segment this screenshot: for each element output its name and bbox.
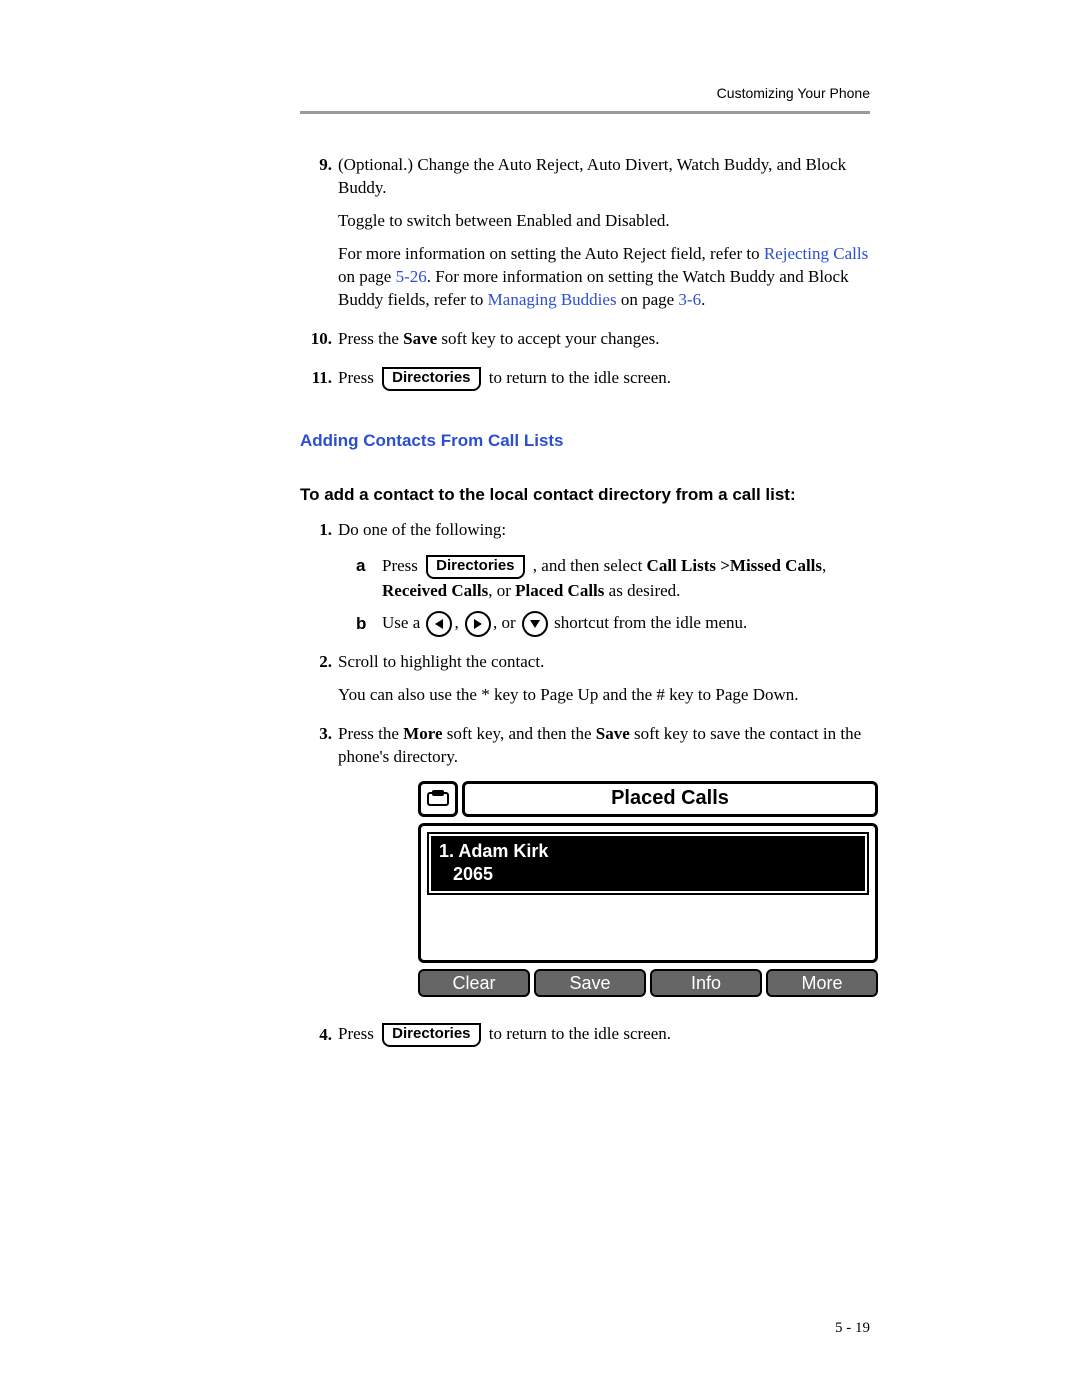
- step-9-p1: (Optional.) Change the Auto Reject, Auto…: [338, 154, 870, 200]
- step-4-text: Press Directories to return to the idle …: [338, 1023, 870, 1047]
- step-11-text: Press Directories to return to the idle …: [338, 367, 870, 391]
- directories-key: Directories: [426, 555, 524, 579]
- step-9: 9. (Optional.) Change the Auto Reject, A…: [300, 154, 870, 322]
- substep-b: b Use a , , or shortcut from the idle me…: [356, 611, 870, 637]
- step-number: 10.: [300, 328, 338, 361]
- step-1: 1. Do one of the following: a Press Dire…: [300, 519, 870, 646]
- step-10-text: Press the Save soft key to accept your c…: [338, 328, 870, 351]
- directories-key: Directories: [382, 1023, 480, 1047]
- page-ref-5-26[interactable]: 5-26: [396, 267, 427, 286]
- step-number: 3.: [300, 723, 338, 1017]
- substep-letter: b: [356, 612, 382, 637]
- step-2-p2: You can also use the * key to Page Up an…: [338, 684, 870, 707]
- substep-letter: a: [356, 554, 382, 579]
- left-arrow-key: [426, 611, 452, 637]
- step-number: 11.: [300, 367, 338, 390]
- down-arrow-key: [522, 611, 548, 637]
- step-1-text: Do one of the following:: [338, 519, 870, 542]
- link-managing-buddies[interactable]: Managing Buddies: [488, 290, 617, 309]
- step-number: 9.: [300, 154, 338, 322]
- running-header: Customizing Your Phone: [300, 85, 870, 101]
- call-entry-name: 1. Adam Kirk: [439, 840, 857, 863]
- step-3: 3. Press the More soft key, and then the…: [300, 723, 870, 1017]
- softkey-save: Save: [534, 969, 646, 997]
- phone-screen-title: Placed Calls: [462, 781, 878, 817]
- procedure-heading: To add a contact to the local contact di…: [300, 485, 870, 505]
- softkey-more: More: [766, 969, 878, 997]
- section-heading: Adding Contacts From Call Lists: [300, 431, 870, 451]
- softkey-clear: Clear: [418, 969, 530, 997]
- step-number: 1.: [300, 519, 338, 646]
- step-4: 4. Press Directories to return to the id…: [300, 1023, 870, 1047]
- call-entry-number: 2065: [439, 863, 857, 886]
- softkey-info: Info: [650, 969, 762, 997]
- step-number: 4.: [300, 1024, 338, 1047]
- right-arrow-key: [465, 611, 491, 637]
- substep-a-body: Press Directories , and then select Call…: [382, 554, 870, 604]
- phone-list-area: 1. Adam Kirk 2065: [418, 823, 878, 963]
- page-ref-3-6[interactable]: 3-6: [678, 290, 701, 309]
- step-10: 10. Press the Save soft key to accept yo…: [300, 328, 870, 361]
- step-3-text: Press the More soft key, and then the Sa…: [338, 723, 878, 769]
- header-rule: [300, 111, 870, 114]
- page-number: 5 - 19: [835, 1320, 870, 1337]
- softkey-row: Clear Save Info More: [418, 969, 878, 997]
- step-2-p1: Scroll to highlight the contact.: [338, 651, 870, 674]
- step-2: 2. Scroll to highlight the contact. You …: [300, 651, 870, 717]
- directories-key: Directories: [382, 367, 480, 391]
- phone-screenshot: Placed Calls 1. Adam Kirk 2065 Clear Sav…: [418, 781, 878, 997]
- step-9-p2: Toggle to switch between Enabled and Dis…: [338, 210, 870, 233]
- phone-handset-icon: [418, 781, 458, 817]
- step-11: 11. Press Directories to return to the i…: [300, 367, 870, 391]
- call-list-entry-selected: 1. Adam Kirk 2065: [431, 836, 865, 891]
- step-9-p3: For more information on setting the Auto…: [338, 243, 870, 312]
- substep-a: a Press Directories , and then select Ca…: [356, 554, 870, 604]
- step-number: 2.: [300, 651, 338, 717]
- substep-b-body: Use a , , or shortcut from the idle menu…: [382, 611, 870, 637]
- link-rejecting-calls[interactable]: Rejecting Calls: [764, 244, 868, 263]
